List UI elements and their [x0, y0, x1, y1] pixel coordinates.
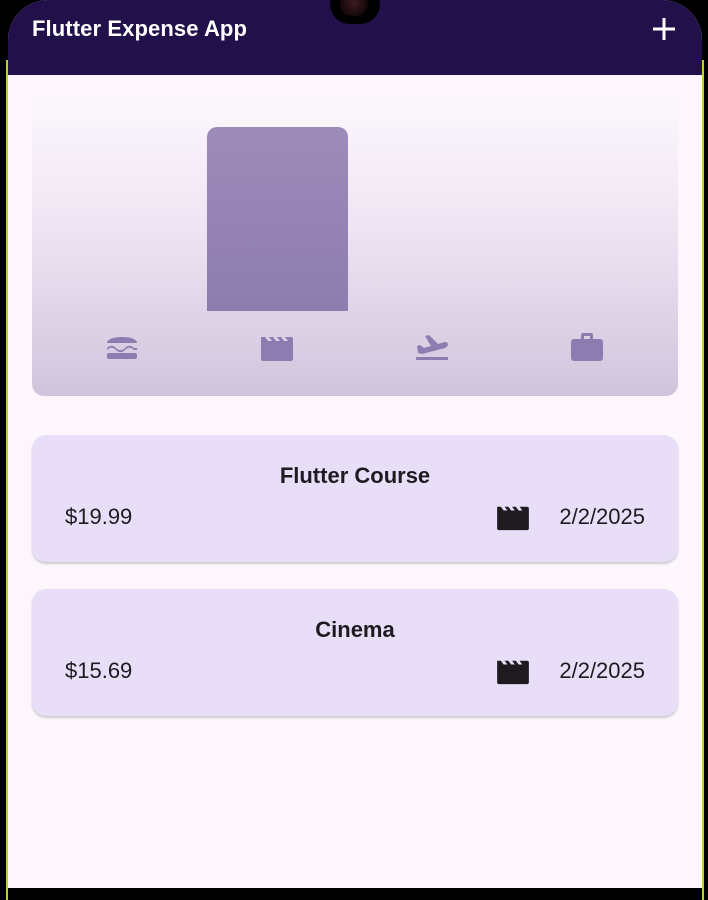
- movie-clapper-icon: [497, 660, 529, 685]
- expense-date: 2/2/2025: [559, 658, 645, 683]
- expense-item[interactable]: Flutter Course $19.99 2/2/2025: [32, 435, 678, 562]
- movie-clapper-icon: [497, 506, 529, 531]
- chart-bar-column: [517, 117, 658, 311]
- chart-bar-column: [48, 117, 189, 311]
- expense-amount: $19.99: [65, 504, 133, 529]
- add-expense-button[interactable]: [648, 13, 680, 45]
- expense-item[interactable]: Cinema $15.69 2/2/2025: [32, 589, 678, 716]
- expense-amount: $15.69: [65, 658, 133, 683]
- camera-lens: [340, 0, 368, 16]
- burger-icon: [107, 337, 137, 359]
- app-bar-title: Flutter Expense App: [32, 16, 248, 41]
- expense-title: Flutter Course: [279, 463, 431, 488]
- expense-date: 2/2/2025: [559, 504, 645, 529]
- briefcase-icon: [571, 333, 603, 361]
- phone-frame: Flutter Expense App Flutter Course $19.9…: [0, 0, 708, 900]
- chart-bar-column: [362, 117, 503, 311]
- chart-bars: [48, 117, 662, 311]
- plus-icon: [653, 18, 675, 40]
- flight-takeoff-icon: [416, 335, 448, 360]
- chart-bar: [207, 127, 348, 311]
- chart-bar-column: [207, 117, 348, 311]
- app-screen: Flutter Expense App Flutter Course $19.9…: [8, 0, 702, 888]
- expense-title: Cinema: [315, 617, 395, 642]
- expense-chart: [32, 97, 678, 396]
- movie-clapper-icon: [261, 337, 293, 361]
